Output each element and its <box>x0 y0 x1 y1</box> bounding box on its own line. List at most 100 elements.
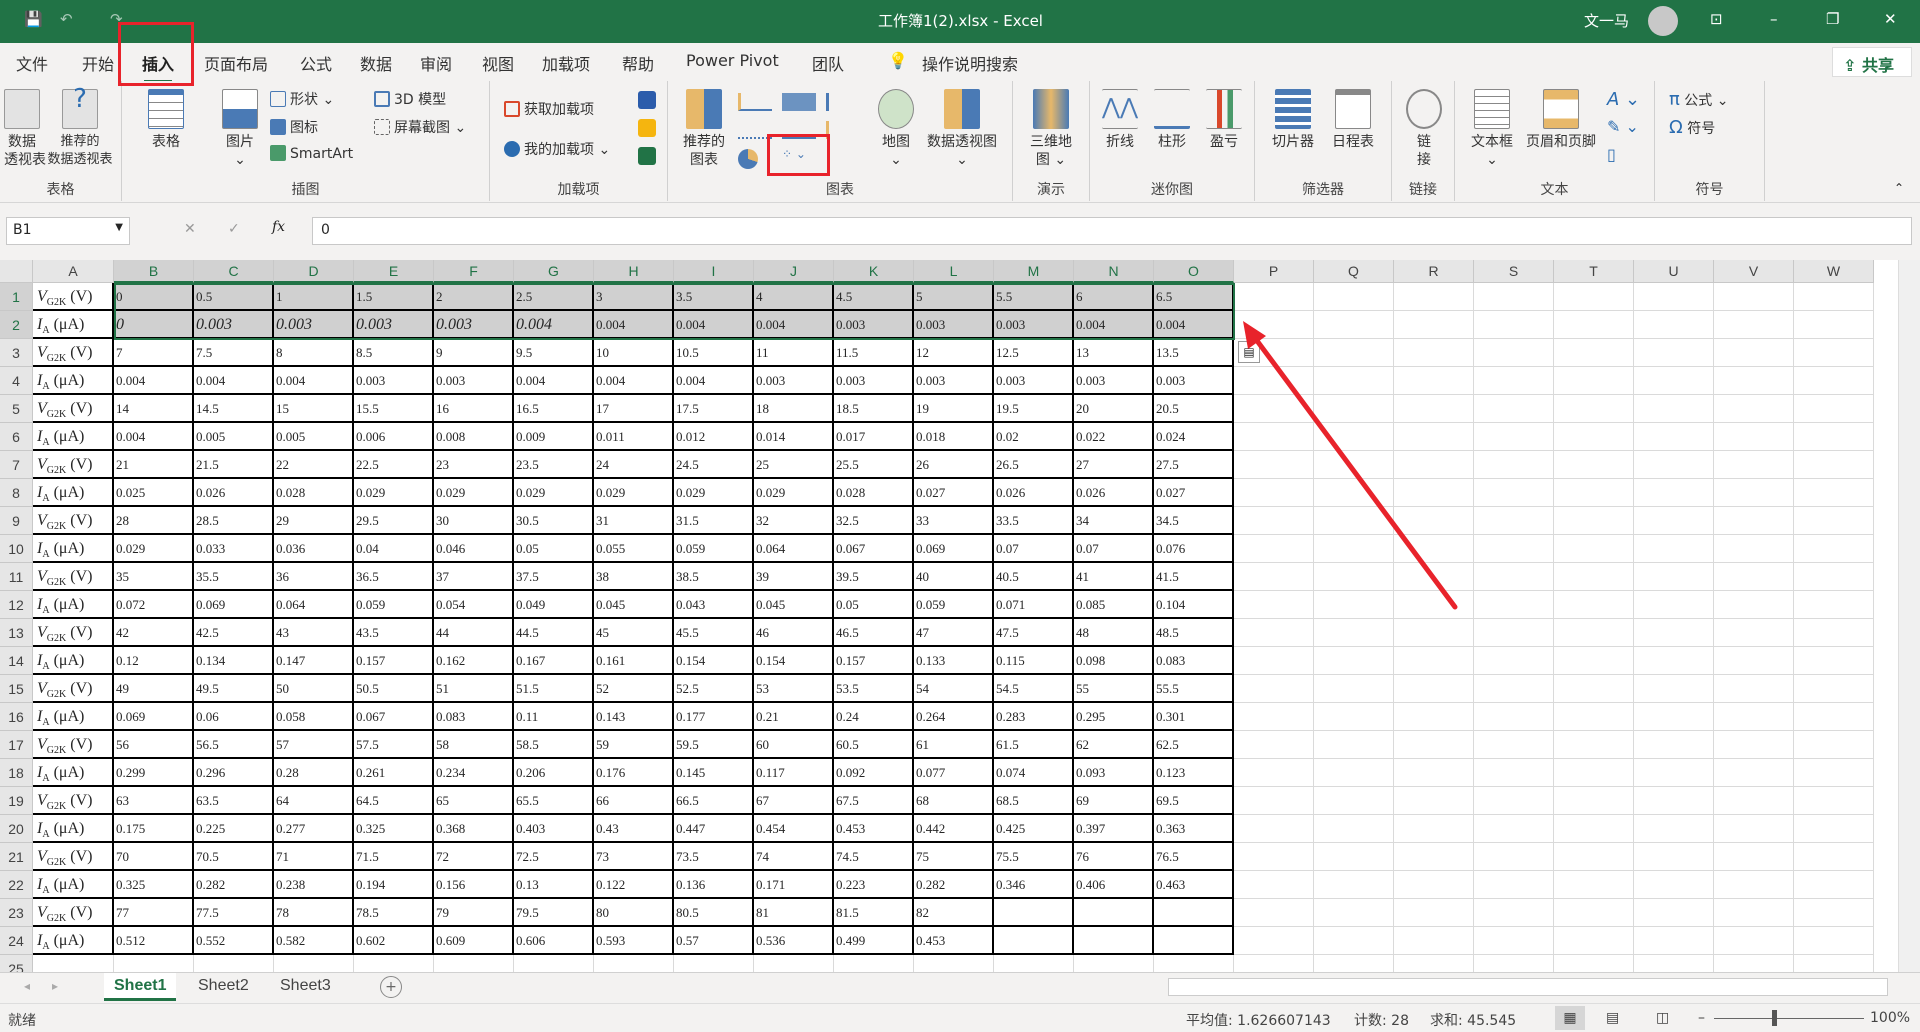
cell-E12[interactable]: 0.059 <box>354 591 434 619</box>
cell-I24[interactable]: 0.57 <box>674 927 754 955</box>
cell-O15[interactable]: 55.5 <box>1154 675 1234 703</box>
row-header-18[interactable]: 18 <box>0 759 33 787</box>
share-button[interactable]: ⇪ 共享 <box>1832 47 1912 77</box>
minimize-button[interactable]: – <box>1770 10 1778 28</box>
cell-O4[interactable]: 0.003 <box>1154 367 1234 395</box>
user-name[interactable]: 文一马 <box>1584 10 1629 31</box>
cell-U9[interactable] <box>1634 507 1714 535</box>
cell-G5[interactable]: 16.5 <box>514 395 594 423</box>
cell-E16[interactable]: 0.067 <box>354 703 434 731</box>
cell-J16[interactable]: 0.21 <box>754 703 834 731</box>
cell-B2[interactable]: 0 <box>114 311 194 339</box>
cell-H11[interactable]: 38 <box>594 563 674 591</box>
cell-A14[interactable]: IA (μA) <box>33 647 114 675</box>
cell-H25[interactable] <box>594 955 674 972</box>
tab-team[interactable]: 团队 <box>812 51 844 75</box>
equation-button[interactable]: π 公式 ⌄ <box>1669 89 1728 110</box>
cell-S1[interactable] <box>1474 283 1554 311</box>
cell-I20[interactable]: 0.447 <box>674 815 754 843</box>
cell-W5[interactable] <box>1794 395 1874 423</box>
get-addins-button[interactable]: 获取加载项 <box>504 99 594 119</box>
cell-I9[interactable]: 31.5 <box>674 507 754 535</box>
cell-L22[interactable]: 0.282 <box>914 871 994 899</box>
zoom-level[interactable]: 100% <box>1870 1010 1910 1026</box>
cell-C6[interactable]: 0.005 <box>194 423 274 451</box>
cell-B23[interactable]: 77 <box>114 899 194 927</box>
cell-S9[interactable] <box>1474 507 1554 535</box>
cell-J18[interactable]: 0.117 <box>754 759 834 787</box>
column-header-W[interactable]: W <box>1794 260 1874 283</box>
screenshot-button[interactable]: 屏幕截图 ⌄ <box>374 117 466 137</box>
smartart-button[interactable]: SmartArt <box>270 145 353 162</box>
wordart-icon[interactable]: A ⌄ <box>1607 89 1640 110</box>
cell-D15[interactable]: 50 <box>274 675 354 703</box>
cell-W25[interactable] <box>1794 955 1874 972</box>
cell-P13[interactable] <box>1234 619 1314 647</box>
cell-J13[interactable]: 46 <box>754 619 834 647</box>
cell-L13[interactable]: 47 <box>914 619 994 647</box>
timeline-button[interactable]: 日程表 <box>1325 89 1381 151</box>
cell-E23[interactable]: 78.5 <box>354 899 434 927</box>
cell-R8[interactable] <box>1394 479 1474 507</box>
cell-B10[interactable]: 0.029 <box>114 535 194 563</box>
signature-line-icon[interactable]: ✎ ⌄ <box>1607 117 1639 136</box>
cell-N19[interactable]: 69 <box>1074 787 1154 815</box>
cell-E8[interactable]: 0.029 <box>354 479 434 507</box>
zoom-slider-thumb[interactable] <box>1772 1010 1777 1026</box>
cell-S20[interactable] <box>1474 815 1554 843</box>
cell-P22[interactable] <box>1234 871 1314 899</box>
cell-N23[interactable] <box>1074 899 1154 927</box>
cell-S6[interactable] <box>1474 423 1554 451</box>
cell-R21[interactable] <box>1394 843 1474 871</box>
cell-V9[interactable] <box>1714 507 1794 535</box>
cell-P9[interactable] <box>1234 507 1314 535</box>
column-header-O[interactable]: O <box>1154 260 1234 283</box>
cell-T17[interactable] <box>1554 731 1634 759</box>
cell-E2[interactable]: 0.003 <box>354 311 434 339</box>
cell-I17[interactable]: 59.5 <box>674 731 754 759</box>
cell-C11[interactable]: 35.5 <box>194 563 274 591</box>
cell-F23[interactable]: 79 <box>434 899 514 927</box>
cell-O6[interactable]: 0.024 <box>1154 423 1234 451</box>
hierarchy-chart-icon[interactable] <box>782 93 816 111</box>
cell-H16[interactable]: 0.143 <box>594 703 674 731</box>
cell-B18[interactable]: 0.299 <box>114 759 194 787</box>
cell-M22[interactable]: 0.346 <box>994 871 1074 899</box>
cell-W7[interactable] <box>1794 451 1874 479</box>
cell-W2[interactable] <box>1794 311 1874 339</box>
cell-L3[interactable]: 12 <box>914 339 994 367</box>
row-header-23[interactable]: 23 <box>0 899 33 927</box>
cell-A6[interactable]: IA (μA) <box>33 423 114 451</box>
page-layout-view-icon[interactable]: ▤ <box>1606 1010 1619 1026</box>
cell-B16[interactable]: 0.069 <box>114 703 194 731</box>
cell-G7[interactable]: 23.5 <box>514 451 594 479</box>
cell-J12[interactable]: 0.045 <box>754 591 834 619</box>
cell-V22[interactable] <box>1714 871 1794 899</box>
column-chart-icon[interactable] <box>738 93 772 111</box>
cell-C16[interactable]: 0.06 <box>194 703 274 731</box>
cell-S12[interactable] <box>1474 591 1554 619</box>
cell-D7[interactable]: 22 <box>274 451 354 479</box>
cell-B19[interactable]: 63 <box>114 787 194 815</box>
cell-O20[interactable]: 0.363 <box>1154 815 1234 843</box>
cell-T6[interactable] <box>1554 423 1634 451</box>
cell-S4[interactable] <box>1474 367 1554 395</box>
cell-O24[interactable] <box>1154 927 1234 955</box>
cell-U7[interactable] <box>1634 451 1714 479</box>
cell-Q17[interactable] <box>1314 731 1394 759</box>
cell-D20[interactable]: 0.277 <box>274 815 354 843</box>
cell-K23[interactable]: 81.5 <box>834 899 914 927</box>
cell-F20[interactable]: 0.368 <box>434 815 514 843</box>
cell-W20[interactable] <box>1794 815 1874 843</box>
cell-M24[interactable] <box>994 927 1074 955</box>
cell-K3[interactable]: 11.5 <box>834 339 914 367</box>
cell-W13[interactable] <box>1794 619 1874 647</box>
cell-I8[interactable]: 0.029 <box>674 479 754 507</box>
recommended-pivottables-button[interactable]: ? 推荐的 数据透视表 <box>46 86 114 169</box>
cell-G22[interactable]: 0.13 <box>514 871 594 899</box>
cell-K15[interactable]: 53.5 <box>834 675 914 703</box>
cell-K19[interactable]: 67.5 <box>834 787 914 815</box>
cell-G11[interactable]: 37.5 <box>514 563 594 591</box>
cell-S21[interactable] <box>1474 843 1554 871</box>
cell-J7[interactable]: 25 <box>754 451 834 479</box>
